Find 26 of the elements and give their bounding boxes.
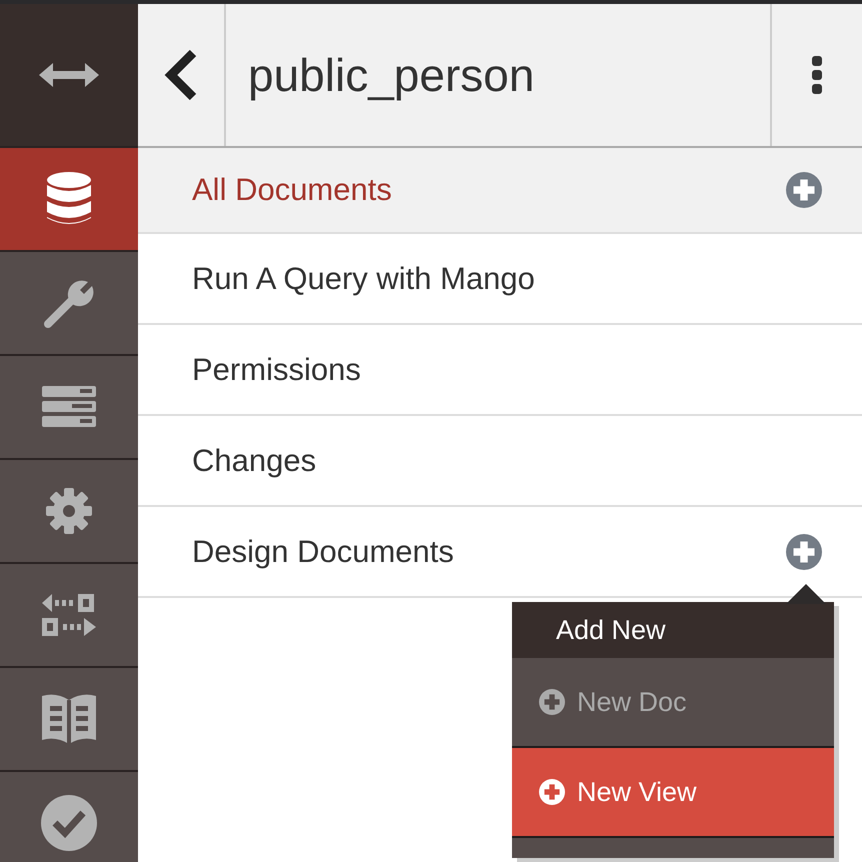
databases-button[interactable] [0, 148, 138, 250]
check-circle-icon [41, 795, 97, 851]
config-button[interactable] [0, 460, 138, 562]
double-arrow-icon [39, 63, 99, 87]
gear-icon [46, 488, 92, 534]
setup-button[interactable] [0, 252, 138, 354]
plus-icon [539, 779, 565, 805]
book-icon [42, 692, 96, 746]
replication-button[interactable] [0, 564, 138, 666]
chevron-left-icon [163, 49, 199, 101]
server-list-icon [42, 386, 96, 428]
database-icon [47, 172, 91, 226]
menu-header: Add New [512, 602, 834, 658]
plus-icon [539, 689, 565, 715]
nav-item[interactable]: All Documents [138, 148, 862, 234]
replication-icon [42, 594, 96, 636]
docs-button[interactable] [0, 668, 138, 770]
menu-pointer [786, 584, 826, 604]
menu-item[interactable]: New View [512, 748, 834, 838]
verify-button[interactable] [0, 772, 138, 862]
more-vertical-icon [811, 55, 823, 95]
add-icon[interactable] [786, 172, 822, 208]
add-icon[interactable] [786, 534, 822, 570]
database-title: public_person [247, 48, 536, 103]
active-tasks-button[interactable] [0, 356, 138, 458]
sidebar-toggle-button[interactable] [0, 4, 138, 146]
